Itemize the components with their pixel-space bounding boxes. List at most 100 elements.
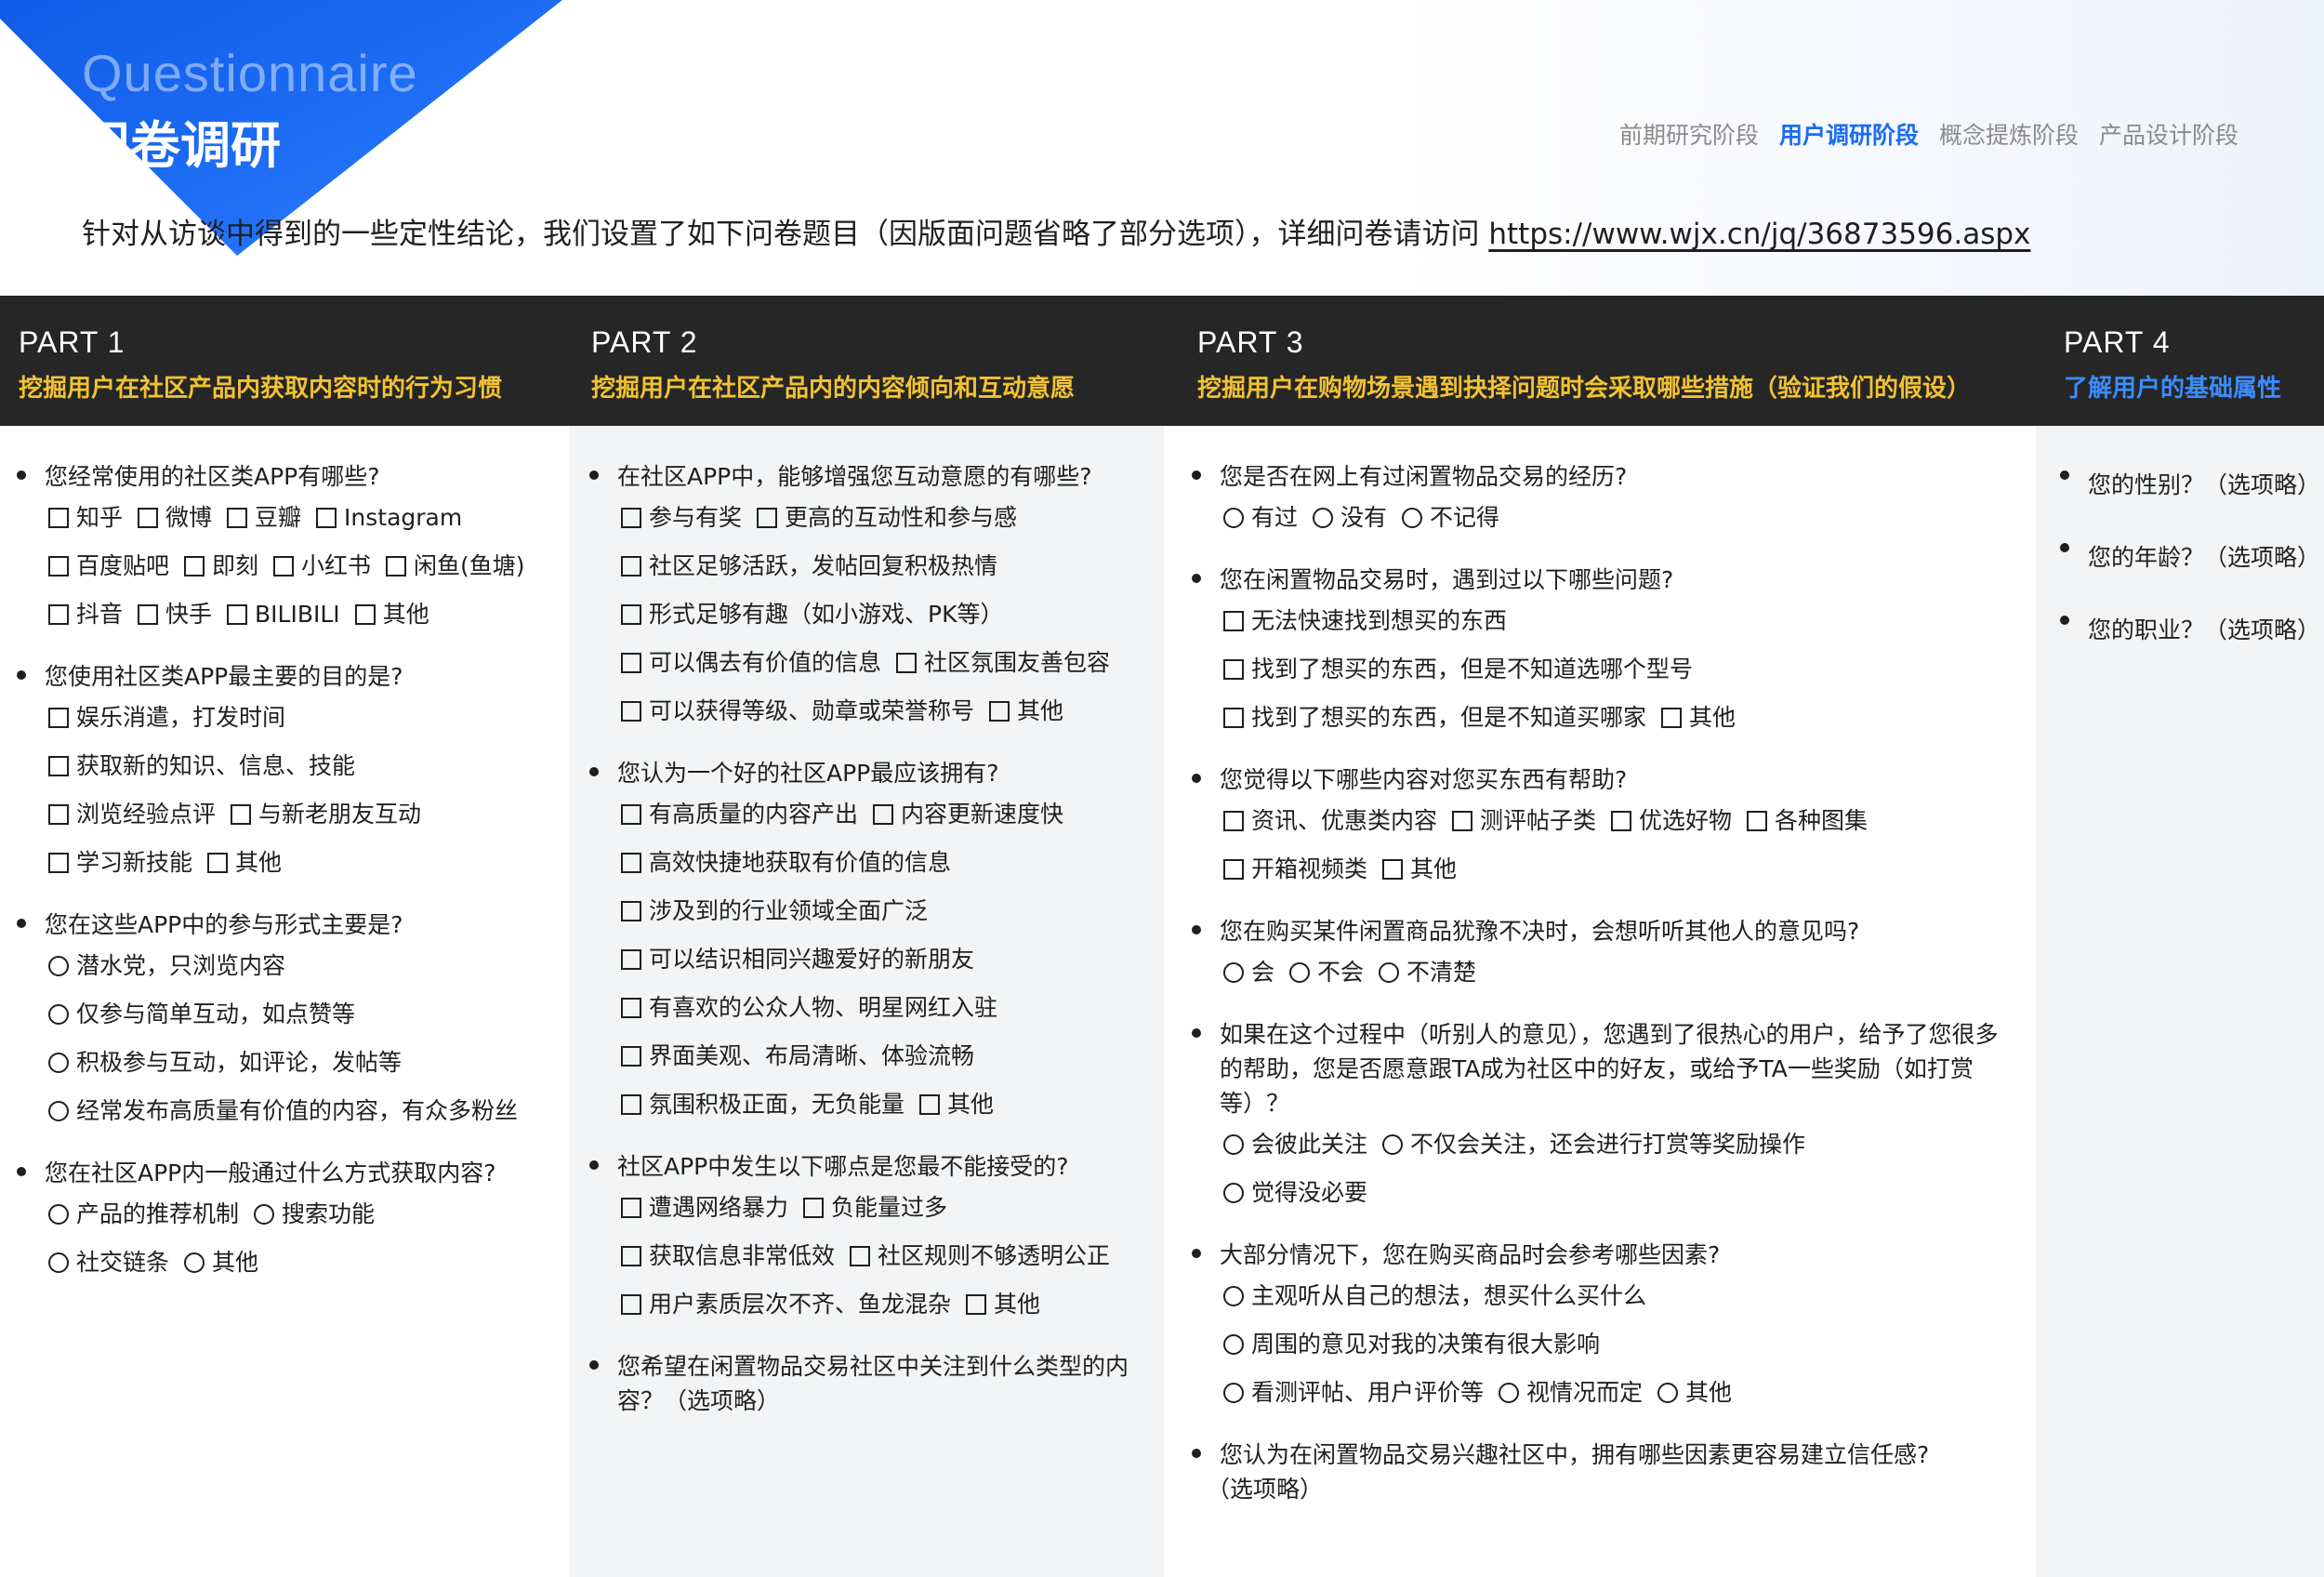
radio-option[interactable]: 不仅会关注，还会进行打赏等奖励操作 — [1382, 1120, 1805, 1169]
checkbox-icon[interactable] — [1382, 859, 1404, 880]
checkbox-option[interactable]: 测评帖子类 — [1452, 797, 1596, 845]
checkbox-option[interactable]: 无法快速找到想买的东西 — [1223, 597, 1507, 645]
checkbox-icon[interactable] — [48, 708, 69, 728]
checkbox-icon[interactable] — [354, 604, 376, 625]
radio-option[interactable]: 不会 — [1289, 948, 1364, 997]
checkbox-option[interactable]: Instagram — [316, 494, 462, 542]
checkbox-icon[interactable] — [621, 1046, 641, 1067]
checkbox-icon[interactable] — [621, 949, 641, 970]
radio-option[interactable]: 视情况而定 — [1499, 1369, 1643, 1417]
checkbox-icon[interactable] — [138, 508, 159, 528]
checkbox-icon[interactable] — [48, 756, 69, 776]
checkbox-option[interactable]: 优选好物 — [1611, 797, 1732, 845]
radio-option[interactable]: 主观听从自己的想法，想买什么买什么 — [1223, 1272, 1646, 1320]
stage-design[interactable]: 产品设计阶段 — [2099, 117, 2238, 151]
checkbox-icon[interactable] — [1661, 708, 1683, 728]
checkbox-option[interactable]: 氛围积极正面，无负能量 — [621, 1080, 905, 1129]
checkbox-option[interactable]: 获取新的知识、信息、技能 — [48, 742, 355, 790]
radio-option[interactable]: 仅参与简单互动，如点赞等 — [48, 990, 355, 1039]
stage-user-research[interactable]: 用户调研阶段 — [1779, 117, 1919, 151]
survey-link[interactable]: https://www.wjx.cn/jq/36873596.aspx — [1488, 218, 2030, 251]
checkbox-icon[interactable] — [621, 701, 641, 722]
checkbox-option[interactable]: 娱乐消遣，打发时间 — [48, 694, 285, 742]
checkbox-option[interactable]: 其他 — [1661, 694, 1736, 742]
radio-option[interactable]: 不记得 — [1402, 494, 1499, 542]
checkbox-option[interactable]: 用户素质层次不齐、鱼龙混杂 — [621, 1280, 951, 1329]
radio-icon[interactable] — [1313, 508, 1334, 528]
checkbox-option[interactable]: 其他 — [354, 590, 429, 639]
checkbox-icon[interactable] — [1611, 811, 1632, 831]
radio-option[interactable]: 会 — [1223, 948, 1274, 997]
radio-option[interactable]: 社交链条 — [48, 1239, 169, 1287]
radio-icon[interactable] — [184, 1252, 205, 1273]
radio-option[interactable]: 有过 — [1223, 494, 1298, 542]
radio-icon[interactable] — [254, 1204, 275, 1225]
radio-icon[interactable] — [48, 1204, 69, 1225]
checkbox-option[interactable]: 抖音 — [48, 590, 123, 639]
checkbox-option[interactable]: 学习新技能 — [48, 839, 192, 887]
checkbox-option[interactable]: 社区规则不够透明公正 — [850, 1232, 1110, 1280]
radio-option[interactable]: 潜水党，只浏览内容 — [48, 942, 285, 990]
checkbox-option[interactable]: 涉及到的行业领域全面广泛 — [621, 887, 928, 935]
radio-option[interactable]: 其他 — [184, 1239, 258, 1287]
radio-icon[interactable] — [1657, 1383, 1679, 1403]
checkbox-icon[interactable] — [227, 508, 248, 528]
checkbox-icon[interactable] — [873, 804, 894, 825]
checkbox-option[interactable]: 参与有奖 — [621, 494, 742, 542]
checkbox-icon[interactable] — [207, 853, 229, 873]
checkbox-option[interactable]: 社区氛围友善包容 — [896, 639, 1110, 687]
stage-research[interactable]: 前期研究阶段 — [1619, 117, 1759, 151]
radio-icon[interactable] — [1382, 1134, 1404, 1155]
checkbox-icon[interactable] — [621, 804, 641, 825]
checkbox-icon[interactable] — [919, 1094, 941, 1115]
checkbox-icon[interactable] — [989, 701, 1010, 722]
radio-icon[interactable] — [48, 1252, 69, 1273]
checkbox-option[interactable]: 其他 — [989, 687, 1063, 735]
checkbox-icon[interactable] — [803, 1198, 825, 1218]
checkbox-option[interactable]: 即刻 — [184, 542, 258, 590]
checkbox-option[interactable]: 浏览经验点评 — [48, 790, 216, 839]
checkbox-icon[interactable] — [227, 604, 248, 625]
radio-option[interactable]: 其他 — [1657, 1369, 1732, 1417]
checkbox-option[interactable]: 遭遇网络暴力 — [621, 1184, 788, 1232]
radio-icon[interactable] — [1379, 962, 1400, 983]
radio-option[interactable]: 经常发布高质量有价值的内容，有众多粉丝 — [48, 1087, 518, 1135]
checkbox-option[interactable]: 其他 — [966, 1280, 1040, 1329]
checkbox-option[interactable]: 高效快捷地获取有价值的信息 — [621, 839, 951, 887]
checkbox-icon[interactable] — [621, 901, 641, 921]
checkbox-option[interactable]: 形式足够有趣（如小游戏、PK等） — [621, 590, 1003, 639]
checkbox-option[interactable]: 知乎 — [48, 494, 123, 542]
checkbox-option[interactable]: BILIBILI — [227, 590, 340, 639]
radio-option[interactable]: 没有 — [1313, 494, 1387, 542]
checkbox-icon[interactable] — [1223, 611, 1244, 631]
checkbox-icon[interactable] — [273, 556, 295, 576]
checkbox-icon[interactable] — [850, 1246, 871, 1266]
radio-option[interactable]: 不清楚 — [1379, 948, 1476, 997]
checkbox-option[interactable]: 内容更新速度快 — [873, 790, 1063, 839]
checkbox-icon[interactable] — [48, 853, 69, 873]
radio-icon[interactable] — [1499, 1383, 1520, 1403]
radio-icon[interactable] — [48, 1053, 69, 1073]
checkbox-icon[interactable] — [48, 508, 69, 528]
checkbox-icon[interactable] — [48, 556, 69, 576]
checkbox-option[interactable]: 找到了想买的东西，但是不知道买哪家 — [1223, 694, 1646, 742]
checkbox-icon[interactable] — [316, 508, 337, 528]
checkbox-icon[interactable] — [621, 604, 641, 625]
checkbox-icon[interactable] — [621, 556, 641, 576]
checkbox-icon[interactable] — [138, 604, 159, 625]
checkbox-option[interactable]: 闲鱼(鱼塘) — [386, 542, 525, 590]
stage-concept[interactable]: 概念提炼阶段 — [1939, 117, 2079, 151]
checkbox-option[interactable]: 豆瓣 — [227, 494, 301, 542]
checkbox-option[interactable]: 其他 — [919, 1080, 994, 1129]
checkbox-option[interactable]: 可以获得等级、勋章或荣誉称号 — [621, 687, 974, 735]
checkbox-option[interactable]: 可以结识相同兴趣爱好的新朋友 — [621, 935, 974, 984]
checkbox-option[interactable]: 各种图集 — [1747, 797, 1868, 845]
checkbox-icon[interactable] — [621, 1198, 641, 1218]
checkbox-option[interactable]: 更高的互动性和参与感 — [757, 494, 1017, 542]
radio-icon[interactable] — [1223, 1183, 1244, 1203]
radio-icon[interactable] — [48, 956, 69, 976]
radio-icon[interactable] — [1223, 1383, 1244, 1403]
checkbox-icon[interactable] — [896, 653, 918, 673]
checkbox-icon[interactable] — [1747, 811, 1768, 831]
checkbox-icon[interactable] — [966, 1294, 987, 1315]
